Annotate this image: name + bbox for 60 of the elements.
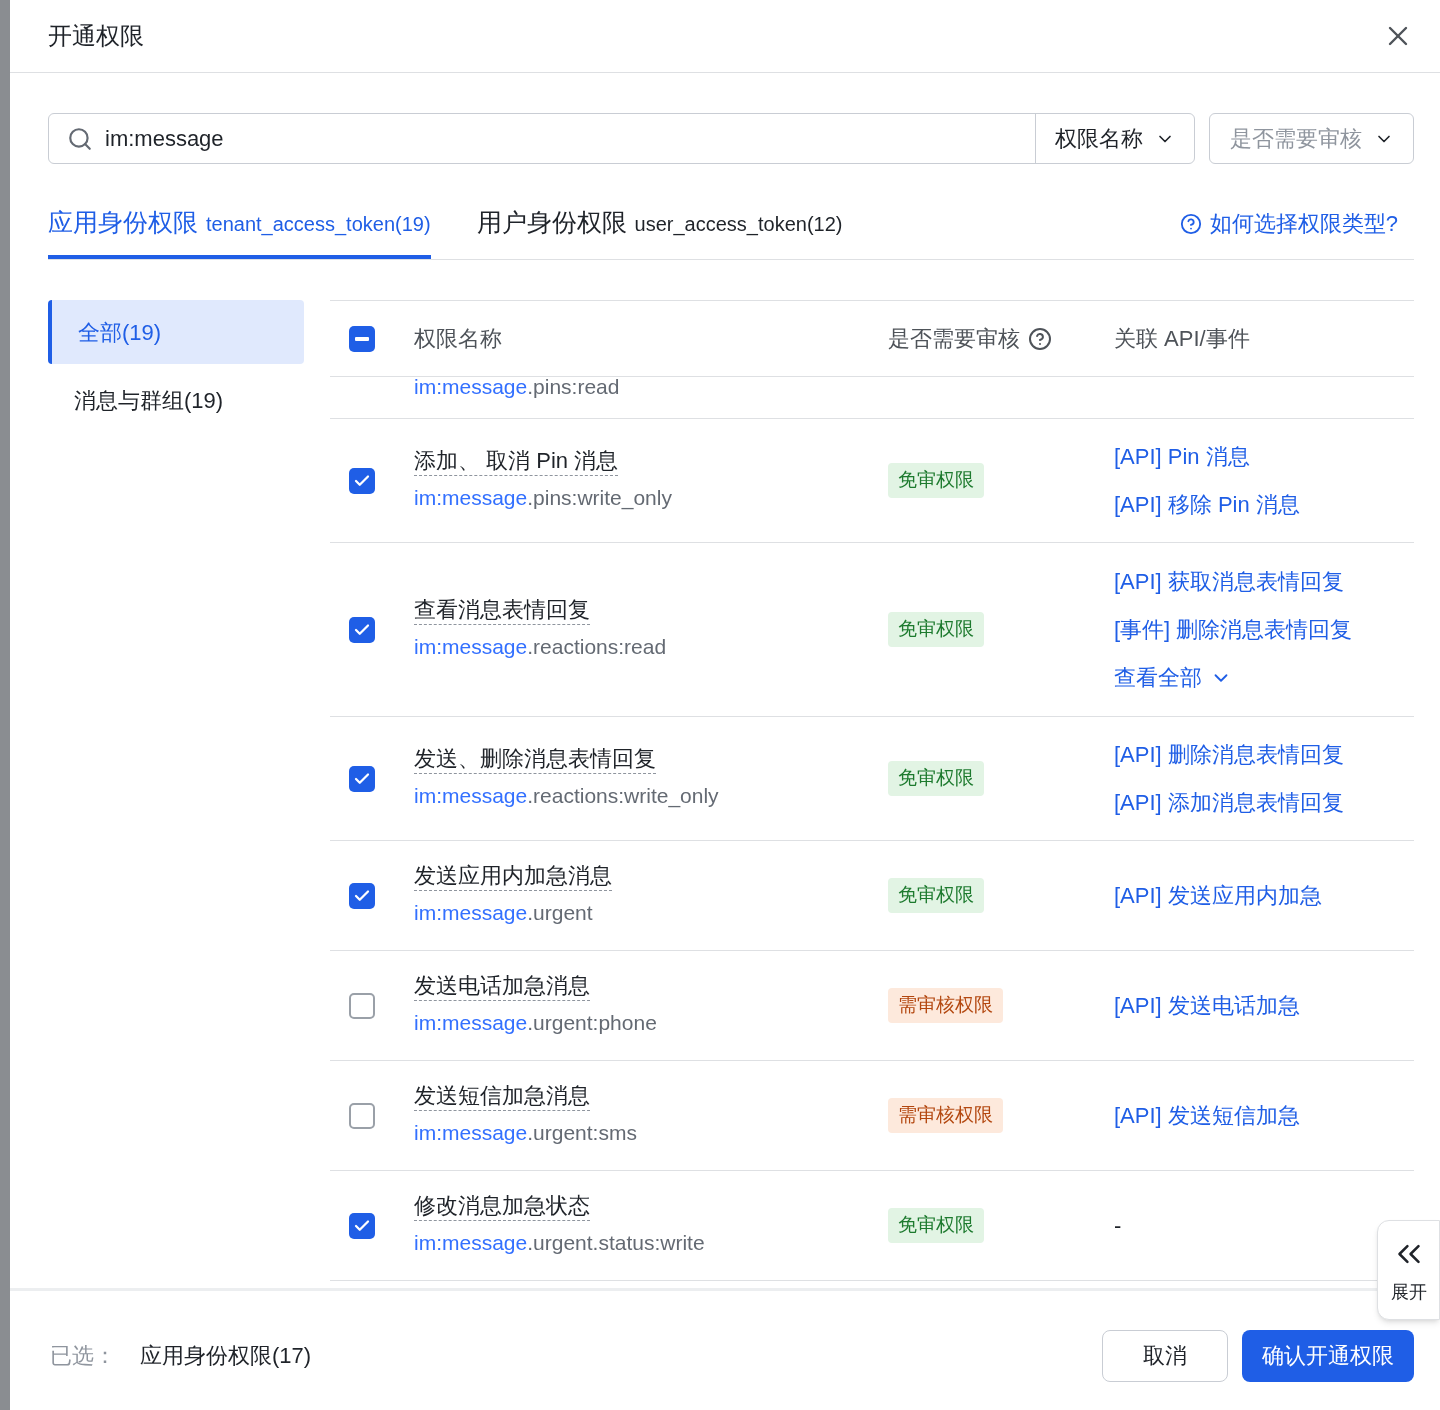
- help-link[interactable]: 如何选择权限类型?: [1179, 192, 1414, 259]
- api-link[interactable]: [API] 移除 Pin 消息: [1114, 489, 1300, 520]
- permission-code: im:message.urgent:sms: [414, 1120, 638, 1147]
- permission-code: im:message.reactions:write_only: [414, 783, 720, 810]
- category-item[interactable]: 全部(19): [48, 300, 304, 364]
- selected-value: 应用身份权限(17): [140, 1342, 312, 1370]
- column-header: 关联 API/事件: [1114, 325, 1250, 353]
- permission-name: 查看消息表情回复: [414, 596, 590, 626]
- permission-code: im:message.reactions:read: [414, 634, 668, 661]
- checkbox[interactable]: [349, 882, 375, 909]
- api-link[interactable]: [API] 发送应用内加急: [1114, 880, 1322, 911]
- status-badge: 免审权限: [888, 878, 984, 913]
- empty-value: -: [1114, 1212, 1122, 1240]
- minus-icon: [355, 336, 369, 341]
- permission-name: 发送、删除消息表情回复: [414, 745, 656, 775]
- view-all-link[interactable]: 查看全部: [1114, 662, 1353, 693]
- cancel-button[interactable]: 取消: [1102, 1329, 1228, 1382]
- selected-label: 已选：: [50, 1342, 116, 1370]
- checkbox[interactable]: [349, 765, 375, 792]
- category-item[interactable]: 消息与群组(19): [48, 368, 304, 432]
- api-link[interactable]: [API] 发送电话加急: [1114, 990, 1300, 1021]
- tab[interactable]: 应用身份权限 tenant_access_token(19): [48, 192, 431, 259]
- status-badge: 免审权限: [888, 612, 984, 647]
- permission-code: im:message.urgent.status:write: [414, 1230, 706, 1257]
- expand-label: 展开: [1390, 1280, 1427, 1304]
- expand-panel[interactable]: 展开: [1377, 1220, 1440, 1320]
- api-link[interactable]: [API] Pin 消息: [1114, 441, 1300, 472]
- permission-name: 修改消息加急状态: [414, 1192, 590, 1222]
- status-badge: 需审核权限: [888, 1098, 1003, 1133]
- permission-name: 发送短信加急消息: [414, 1082, 590, 1112]
- checkbox[interactable]: [349, 1212, 375, 1239]
- dialog-title: 开通权限: [48, 21, 144, 51]
- help-icon: [1179, 212, 1202, 235]
- permission-name: 添加、 取消 Pin 消息: [414, 447, 619, 477]
- column-header: 权限名称: [414, 325, 503, 353]
- status-badge: 免审权限: [888, 463, 984, 498]
- status-badge: 免审权限: [888, 1208, 984, 1243]
- permission-name: 发送应用内加急消息: [414, 862, 612, 892]
- confirm-button[interactable]: 确认开通权限: [1242, 1329, 1414, 1382]
- api-link[interactable]: [API] 删除消息表情回复: [1114, 739, 1344, 770]
- permission-code: im:message.urgent: [414, 900, 594, 927]
- permission-code: im:message.urgent:phone: [414, 1010, 658, 1037]
- tab[interactable]: 用户身份权限 user_access_token(12): [476, 192, 843, 259]
- permission-code: im:message.pins:write_only: [414, 485, 673, 512]
- permission-code: im:message.pins:read: [414, 377, 620, 397]
- api-link[interactable]: [事件] 删除消息表情回复: [1114, 614, 1353, 645]
- checkbox[interactable]: [349, 325, 375, 352]
- status-badge: 需审核权限: [888, 988, 1003, 1023]
- api-link[interactable]: [API] 添加消息表情回复: [1114, 787, 1344, 818]
- checkbox[interactable]: [349, 616, 375, 643]
- status-badge: 免审权限: [888, 761, 984, 796]
- checkbox[interactable]: [349, 467, 375, 494]
- api-link[interactable]: [API] 发送短信加急: [1114, 1100, 1300, 1131]
- permission-name: 发送电话加急消息: [414, 972, 590, 1002]
- help-icon: [1028, 326, 1052, 351]
- filter-dropdown[interactable]: 是否需要审核: [1209, 113, 1414, 164]
- api-link[interactable]: [API] 获取消息表情回复: [1114, 566, 1353, 597]
- checkbox[interactable]: [349, 992, 375, 1019]
- column-header: 是否需要审核: [888, 325, 1020, 353]
- checkbox[interactable]: [349, 1102, 375, 1129]
